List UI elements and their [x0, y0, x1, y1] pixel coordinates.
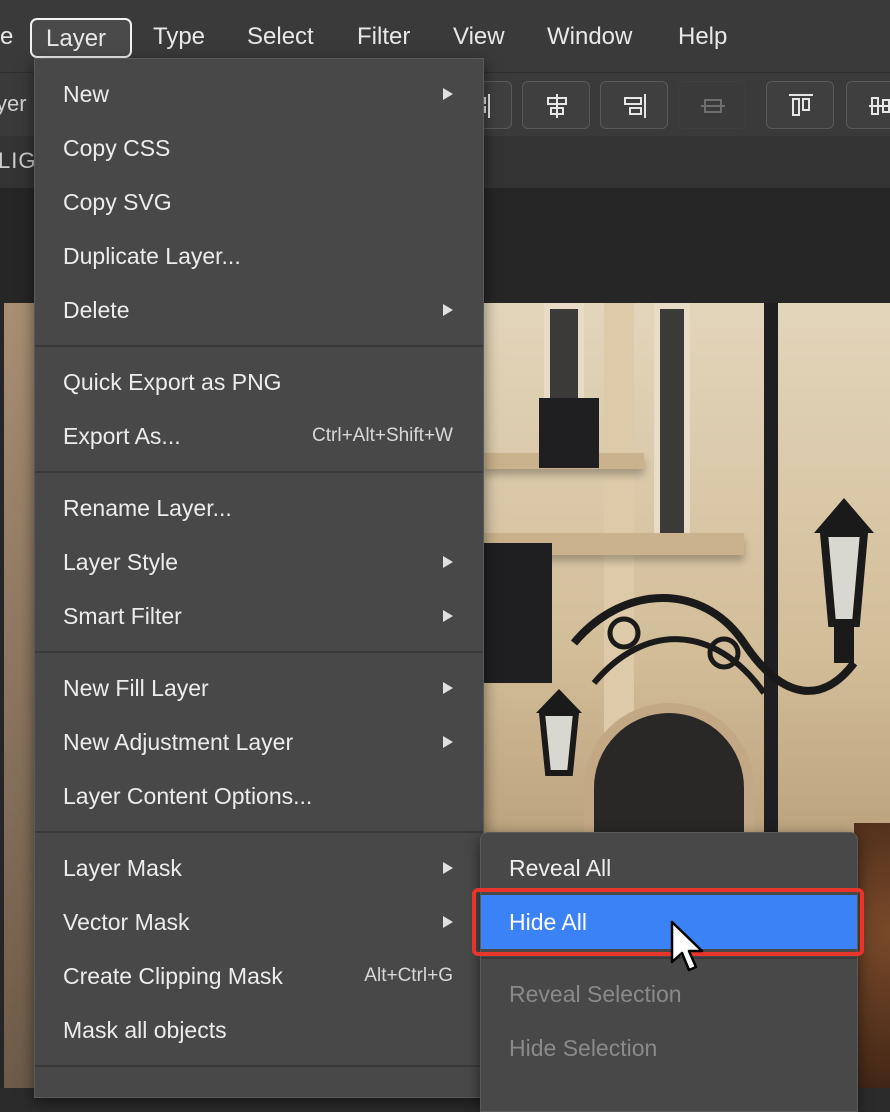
submenu-arrow-icon [443, 682, 453, 694]
menu-file-partial[interactable]: e [0, 18, 27, 58]
align-top-button[interactable] [766, 81, 834, 129]
menu-item-label: Mask all objects [63, 1017, 227, 1043]
align-right-edge-button[interactable] [600, 81, 668, 129]
menu-item-create-clipping-mask[interactable]: Create Clipping Mask Alt+Ctrl+G [35, 949, 483, 1003]
photo-lamp-bracket [570, 594, 858, 695]
menu-item-copy-svg[interactable]: Copy SVG [35, 175, 483, 229]
submenu-arrow-icon [443, 916, 453, 928]
menu-item-label: Export As... [63, 423, 181, 449]
submenu-item-label: Hide Selection [509, 1035, 658, 1061]
menu-item-shortcut: Alt+Ctrl+G [364, 965, 453, 986]
photo-balcony [539, 398, 599, 468]
menu-item-label: Quick Export as PNG [63, 369, 282, 395]
submenu-item-hide-selection[interactable]: Hide Selection [481, 1021, 857, 1075]
align-middle-disabled-icon [701, 99, 725, 113]
menu-item-smart-filter[interactable]: Smart Filter [35, 589, 483, 643]
menu-item-quick-export-png[interactable]: Quick Export as PNG [35, 355, 483, 409]
align-right-edge-icon [624, 94, 646, 118]
menu-item-label: Layer Mask [63, 855, 182, 881]
menu-item-label: Duplicate Layer... [63, 243, 241, 269]
submenu-arrow-icon [443, 304, 453, 316]
menu-type[interactable]: Type [139, 18, 219, 58]
align-center-horizontal-button[interactable] [522, 81, 590, 129]
menu-item-label: Create Clipping Mask [63, 963, 283, 989]
align-center-horizontal-icon [547, 94, 567, 118]
menu-item-label: New Fill Layer [63, 675, 209, 701]
menu-window[interactable]: Window [533, 18, 646, 58]
submenu-arrow-icon [443, 862, 453, 874]
submenu-arrow-icon [443, 556, 453, 568]
align-middle-button[interactable] [678, 81, 746, 129]
align-top-icon [789, 94, 813, 116]
menu-item-label: New Adjustment Layer [63, 729, 294, 755]
photo-window [654, 303, 690, 545]
photo-left-wall [4, 303, 38, 1088]
menu-help[interactable]: Help [664, 18, 741, 58]
submenu-arrow-icon [443, 736, 453, 748]
menu-select[interactable]: Select [233, 18, 328, 58]
layer-mask-submenu: Reveal All Hide All Reveal Selection Hid… [480, 832, 858, 1112]
menu-item-shortcut: Ctrl+Alt+Shift+W [312, 425, 453, 446]
menu-item-mask-all-objects[interactable]: Mask all objects [35, 1003, 483, 1057]
menu-separator [35, 651, 483, 653]
menu-item-vector-mask[interactable]: Vector Mask [35, 895, 483, 949]
menu-item-delete[interactable]: Delete [35, 283, 483, 337]
menu-separator [35, 1065, 483, 1067]
menu-separator [35, 831, 483, 833]
menu-item-new[interactable]: New [35, 67, 483, 121]
menu-separator [481, 957, 857, 959]
submenu-item-label: Reveal All [509, 855, 612, 881]
submenu-item-reveal-all[interactable]: Reveal All [481, 841, 857, 895]
mouse-pointer-icon [670, 920, 704, 972]
menu-item-label: Layer Style [63, 549, 179, 575]
menu-item-label: Layer Content Options... [63, 783, 313, 809]
menu-item-rename-layer[interactable]: Rename Layer... [35, 481, 483, 535]
submenu-arrow-icon [443, 610, 453, 622]
menu-view[interactable]: View [439, 18, 519, 58]
menu-item-label: Rename Layer... [63, 495, 232, 521]
distribute-icon [869, 97, 890, 115]
menu-item-duplicate-layer[interactable]: Duplicate Layer... [35, 229, 483, 283]
menu-item-label: Copy CSS [63, 135, 171, 161]
options-label: yer [0, 91, 27, 116]
menu-item-label: Delete [63, 297, 130, 323]
menu-separator [35, 345, 483, 347]
menu-item-label: Smart Filter [63, 603, 182, 629]
submenu-arrow-icon [443, 88, 453, 100]
menu-item-new-adjustment-layer[interactable]: New Adjustment Layer [35, 715, 483, 769]
menu-item-copy-css[interactable]: Copy CSS [35, 121, 483, 175]
menu-item-layer-mask[interactable]: Layer Mask [35, 841, 483, 895]
menu-item-label: Vector Mask [63, 909, 190, 935]
menu-item-layer-content-options[interactable]: Layer Content Options... [35, 769, 483, 823]
menu-item-new-fill-layer[interactable]: New Fill Layer [35, 661, 483, 715]
menu-item-label: Copy SVG [63, 189, 172, 215]
annotation-highlight-box [472, 888, 864, 956]
submenu-item-reveal-selection[interactable]: Reveal Selection [481, 967, 857, 1021]
menu-separator [35, 471, 483, 473]
photo-dark-sign [484, 543, 552, 683]
menu-item-label: New [63, 81, 110, 107]
distribute-button[interactable] [846, 81, 890, 129]
menu-item-layer-style[interactable]: Layer Style [35, 535, 483, 589]
menu-filter[interactable]: Filter [343, 18, 424, 58]
menu-item-export-as[interactable]: Export As... Ctrl+Alt+Shift+W [35, 409, 483, 463]
menu-layer[interactable]: Layer [30, 18, 132, 58]
submenu-item-label: Reveal Selection [509, 981, 682, 1007]
layer-menu: New Copy CSS Copy SVG Duplicate Layer...… [34, 58, 484, 1098]
